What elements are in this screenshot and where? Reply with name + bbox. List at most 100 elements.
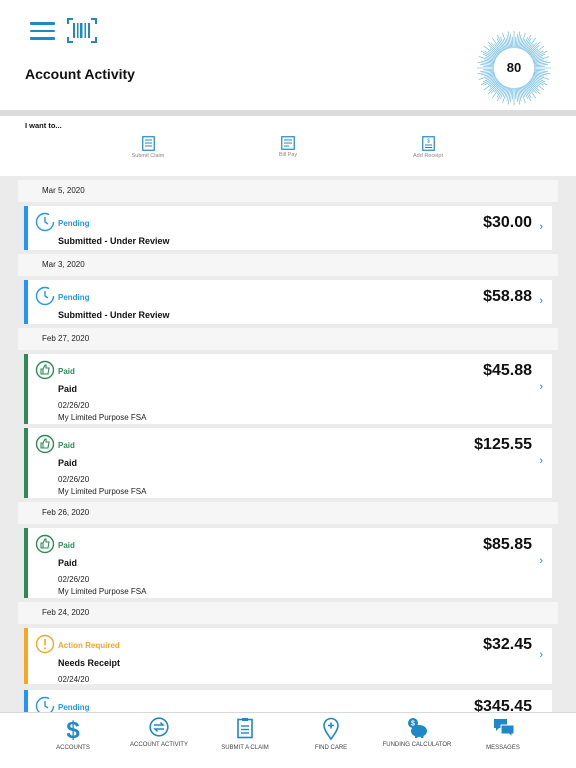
status-stripe — [24, 280, 28, 324]
chevron-right-icon: › — [539, 381, 543, 393]
status-label: Paid — [58, 441, 75, 450]
status-stripe — [24, 690, 28, 712]
receipt-icon: $ — [421, 136, 435, 151]
chevron-right-icon: › — [539, 295, 543, 307]
status-label: Pending — [58, 219, 90, 228]
claim-form-icon — [141, 136, 155, 151]
tab-accounts[interactable]: $ Accounts — [30, 713, 116, 768]
svg-text:$: $ — [411, 721, 415, 728]
activity-card[interactable]: Paid Paid 02/26/20 My Limited Purpose FS… — [24, 428, 552, 498]
activity-date: 02/26/20 — [58, 401, 90, 410]
bill-pay-label: Bill Pay — [278, 152, 298, 158]
activity-list[interactable]: Mar 5, 2020 Pending Submitted - Under Re… — [0, 176, 576, 712]
status-label: Action Required — [58, 641, 120, 650]
tab-label: Funding Calculator — [382, 742, 452, 748]
paid-thumbs-up-icon — [35, 360, 55, 380]
piggy-bank-icon: $ — [408, 718, 427, 738]
hamburger-menu-icon[interactable] — [30, 22, 55, 40]
tab-label: Find Care — [314, 745, 348, 751]
pending-clock-icon — [35, 286, 55, 306]
chat-bubbles-icon — [494, 719, 515, 737]
tab-messages[interactable]: Messages — [460, 713, 546, 768]
amount: $32.45 — [483, 636, 532, 653]
status-stripe — [24, 628, 28, 684]
amount: $125.55 — [474, 436, 532, 453]
date-header: Mar 3, 2020 — [18, 254, 558, 276]
activity-title: Paid — [58, 384, 78, 394]
svg-text:$: $ — [427, 139, 430, 145]
bottom-tab-bar: $ Accounts Account Activity Submit a Cla… — [0, 712, 576, 768]
activity-card[interactable]: Pending Submitted - Under Review $30.00 … — [24, 206, 552, 250]
submit-claim-label: Submit Claim — [131, 153, 165, 159]
status-stripe — [24, 428, 28, 498]
score-value: 80 — [506, 60, 522, 75]
dollar-icon: $ — [66, 717, 80, 741]
date-label: Feb 27, 2020 — [42, 334, 90, 343]
location-pin-plus-icon — [323, 717, 339, 741]
status-label: Pending — [58, 293, 90, 302]
pending-clock-icon — [35, 696, 55, 712]
bill-pay-action[interactable]: Bill Pay — [258, 136, 318, 159]
plan-name: My Limited Purpose FSA — [58, 587, 147, 596]
chevron-right-icon: › — [539, 221, 543, 233]
app-header: Account Activity 80 — [0, 0, 576, 110]
amount: $30.00 — [483, 214, 532, 231]
date-header: Feb 26, 2020 — [18, 502, 558, 524]
chevron-right-icon: › — [539, 555, 543, 567]
activity-date: 02/26/20 — [58, 575, 90, 584]
barcode-scan-icon[interactable] — [67, 18, 97, 43]
amount: $85.85 — [483, 536, 532, 553]
quick-actions-bar: I want to... Submit Claim Bill Pay $ Add… — [0, 116, 576, 176]
status-stripe — [24, 354, 28, 424]
activity-card[interactable]: Paid Paid 02/26/20 My Limited Purpose FS… — [24, 354, 552, 424]
amount: $45.88 — [483, 362, 532, 379]
exchange-arrows-icon — [149, 717, 169, 737]
tab-label: Submit a Claim — [221, 745, 269, 751]
activity-title: Paid — [58, 558, 78, 568]
amount: $345.45 — [474, 698, 532, 712]
date-header: Feb 27, 2020 — [18, 328, 558, 350]
status-stripe — [24, 528, 28, 598]
tab-account-activity[interactable]: Account Activity — [116, 713, 202, 768]
activity-card[interactable]: Action Required Needs Receipt 02/24/20 $… — [24, 628, 552, 684]
activity-date: 02/24/20 — [58, 675, 90, 684]
tab-label: Account Activity — [130, 742, 188, 748]
pending-clock-icon — [35, 212, 55, 232]
submit-claim-action[interactable]: Submit Claim — [118, 136, 178, 160]
date-header: Feb 24, 2020 — [18, 602, 558, 624]
date-label: Feb 24, 2020 — [42, 608, 90, 617]
tab-submit-claim[interactable]: Submit a Claim — [202, 713, 288, 768]
plan-name: My Limited Purpose FSA — [58, 413, 147, 422]
activity-title: Paid — [58, 458, 78, 468]
svg-text:$: $ — [66, 717, 80, 741]
clipboard-icon — [237, 718, 253, 739]
tab-label: Messages — [486, 745, 520, 751]
page-title: Account Activity — [25, 66, 135, 82]
chevron-right-icon: › — [539, 649, 543, 661]
chevron-right-icon: › — [539, 455, 543, 467]
status-label: Paid — [58, 367, 75, 376]
paid-thumbs-up-icon — [35, 434, 55, 454]
alert-exclamation-icon — [35, 634, 55, 654]
quick-actions-label: I want to... — [25, 121, 62, 130]
tab-find-care[interactable]: Find Care — [288, 713, 374, 768]
plan-name: My Limited Purpose FSA — [58, 487, 147, 496]
activity-title: Needs Receipt — [58, 658, 121, 668]
status-label: Pending — [58, 703, 90, 712]
amount: $58.88 — [483, 288, 532, 305]
paid-thumbs-up-icon — [35, 534, 55, 554]
date-label: Mar 5, 2020 — [42, 186, 85, 195]
activity-card[interactable]: Pending Submitted - Under Review $58.88 … — [24, 280, 552, 324]
date-header: Mar 5, 2020 — [18, 180, 558, 202]
activity-card[interactable]: Paid Paid 02/26/20 My Limited Purpose FS… — [24, 528, 552, 598]
bill-icon — [281, 136, 295, 150]
date-label: Feb 26, 2020 — [42, 508, 90, 517]
activity-title: Submitted - Under Review — [58, 236, 170, 246]
activity-date: 02/26/20 — [58, 475, 90, 484]
status-label: Paid — [58, 541, 75, 550]
activity-card[interactable]: Pending $345.45 — [24, 690, 552, 712]
tab-funding-calculator[interactable]: $ Funding Calculator — [374, 713, 460, 768]
add-receipt-label: Add Receipt — [413, 153, 443, 159]
add-receipt-action[interactable]: $ Add Receipt — [398, 136, 458, 160]
tab-label: Accounts — [56, 745, 90, 751]
